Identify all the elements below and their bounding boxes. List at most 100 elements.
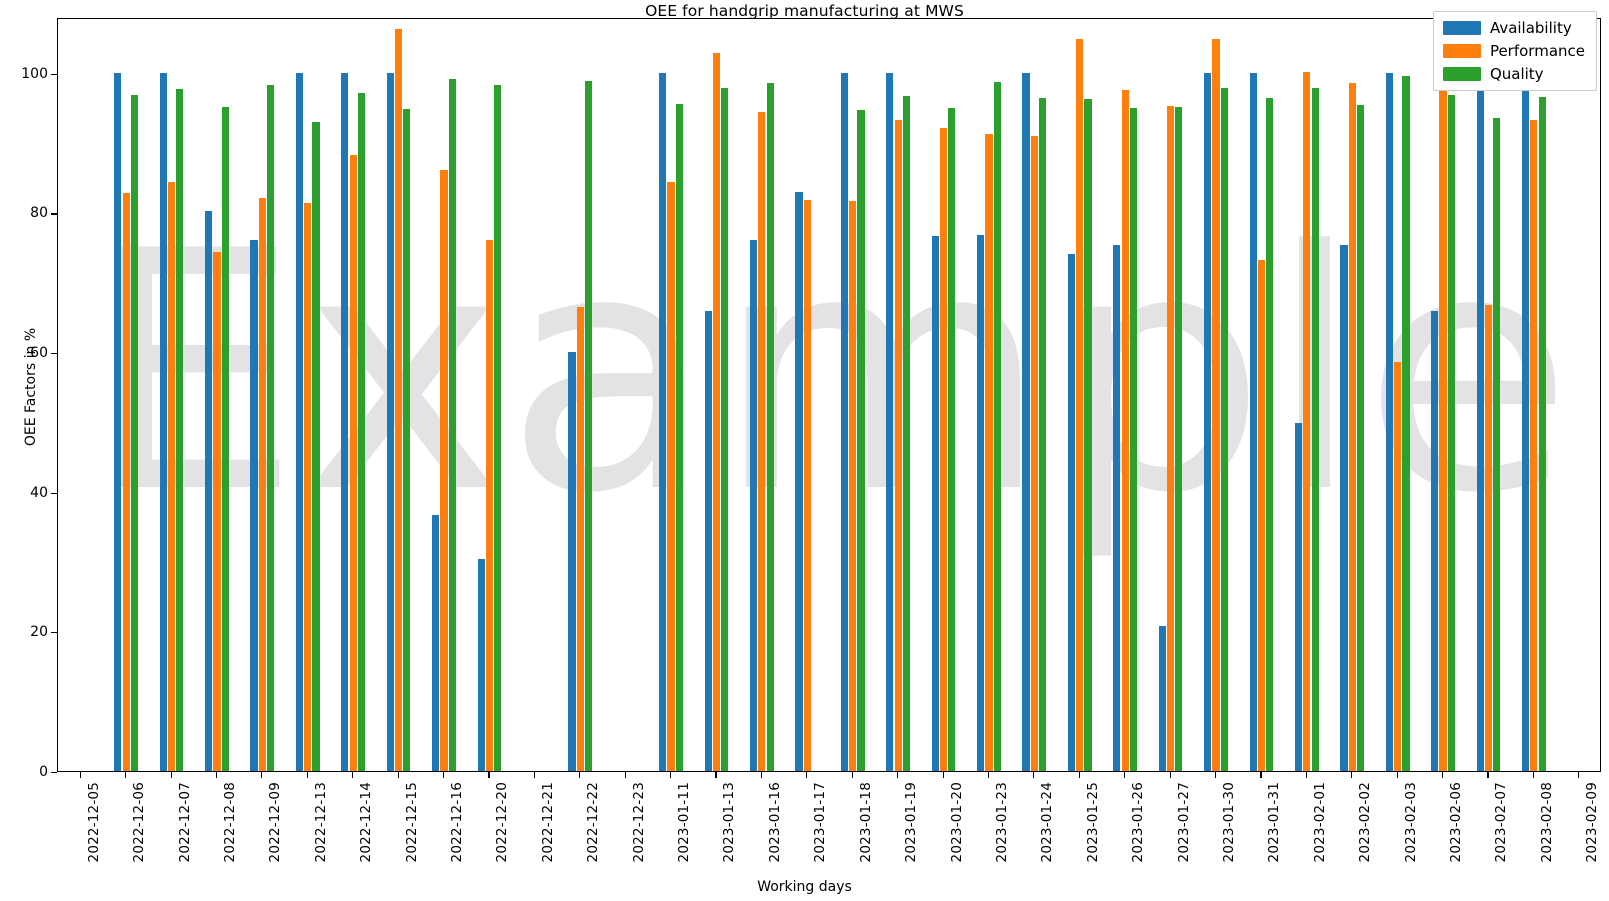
y-axis-tick-mark — [51, 772, 57, 774]
bar-performance — [349, 154, 357, 771]
x-axis-tick-mark — [261, 772, 263, 778]
bar-performance — [894, 119, 902, 771]
bar-quality — [1447, 95, 1455, 771]
bar-availability — [704, 310, 712, 771]
x-axis-tick-mark — [942, 772, 944, 778]
bar-performance — [849, 200, 857, 771]
x-axis-tick-label: 2023-02-07 — [1493, 782, 1510, 863]
bar-performance — [712, 52, 721, 771]
x-axis-tick-mark — [1215, 772, 1217, 778]
bar-availability — [432, 514, 440, 771]
bar-performance — [394, 28, 403, 771]
x-axis-label: Working days — [757, 879, 852, 895]
bar-performance — [304, 202, 312, 771]
bar-availability — [114, 72, 122, 771]
x-axis-tick-mark — [1442, 772, 1444, 778]
x-axis-tick-label: 2023-01-17 — [812, 782, 829, 863]
bar-quality — [1039, 98, 1047, 771]
bar-performance — [485, 239, 493, 771]
bar-availability — [1249, 72, 1257, 771]
x-axis-tick-label: 2022-12-22 — [585, 782, 602, 863]
bar-quality — [766, 83, 774, 771]
x-axis-tick-label: 2022-12-09 — [267, 782, 284, 863]
bar-quality — [1129, 107, 1138, 771]
x-axis-tick-label: 2023-01-18 — [857, 782, 874, 863]
x-axis-tick-mark — [1169, 772, 1171, 778]
bar-performance — [258, 197, 266, 771]
legend-item-performance[interactable]: Performance — [1442, 42, 1585, 60]
bar-performance — [1348, 83, 1356, 771]
bar-performance — [1530, 120, 1538, 771]
x-axis-tick-label: 2022-12-21 — [539, 782, 556, 863]
bar-quality — [1084, 98, 1092, 771]
bar-availability — [1340, 245, 1348, 771]
bar-availability — [295, 72, 304, 771]
x-axis-tick-label: 2022-12-06 — [131, 782, 148, 863]
bar-performance — [803, 199, 811, 771]
bar-performance — [1030, 135, 1038, 771]
bar-quality — [312, 122, 320, 771]
x-axis-tick-label: 2022-12-20 — [494, 782, 511, 863]
bar-performance — [213, 251, 221, 771]
x-axis-tick-mark — [397, 772, 399, 778]
x-axis-tick-label: 2023-02-06 — [1448, 782, 1465, 863]
bar-quality — [584, 81, 593, 771]
bar-availability — [477, 559, 485, 771]
x-axis-tick-mark — [533, 772, 535, 778]
x-axis-tick-mark — [488, 772, 490, 778]
x-axis-tick-mark — [987, 772, 990, 778]
bar-availability — [159, 72, 167, 771]
x-axis-tick-mark — [79, 772, 81, 778]
bar-quality — [130, 94, 138, 771]
bar-availability — [886, 72, 894, 771]
bar-availability — [568, 352, 576, 771]
legend-item-availability[interactable]: Availability — [1442, 19, 1585, 37]
x-axis-tick-mark — [624, 772, 626, 778]
legend-item-quality[interactable]: Quality — [1442, 65, 1585, 83]
bar-performance — [1484, 305, 1493, 771]
y-axis-tick-label: 100 — [21, 65, 48, 82]
x-axis-tick-label: 2022-12-14 — [358, 782, 375, 863]
x-axis-tick-mark — [125, 772, 127, 778]
bar-availability — [1476, 72, 1484, 771]
bar-availability — [795, 192, 803, 771]
x-axis-tick-label: 2023-02-03 — [1402, 782, 1419, 863]
bar-performance — [985, 134, 993, 771]
legend-label: Quality — [1489, 65, 1544, 83]
x-axis-tick-mark — [1578, 772, 1580, 778]
bar-availability — [1385, 72, 1393, 771]
bar-quality — [176, 88, 184, 771]
x-axis-tick-mark — [1260, 772, 1262, 778]
bar-availability — [840, 72, 848, 771]
bar-availability — [977, 234, 985, 771]
x-axis-tick-label: 2023-01-13 — [721, 782, 738, 863]
bar-availability — [1521, 72, 1530, 771]
x-axis-tick-label: 2023-01-31 — [1266, 782, 1283, 863]
x-axis-tick-label: 2023-01-16 — [766, 782, 783, 863]
x-axis-tick-mark — [670, 772, 672, 778]
y-axis-label: OEE Factors in % — [23, 327, 39, 447]
bar-availability — [1113, 244, 1121, 771]
x-axis-tick-mark — [215, 772, 218, 778]
legend-swatch-availability-icon — [1442, 21, 1481, 35]
x-axis-tick-label: 2023-02-02 — [1357, 782, 1374, 863]
x-axis-tick-mark — [1124, 772, 1126, 778]
x-axis-tick-mark — [352, 772, 354, 778]
x-axis-tick-label: 2023-02-01 — [1311, 782, 1328, 863]
x-axis-tick-label: 2022-12-23 — [630, 782, 647, 863]
bar-quality — [357, 93, 366, 771]
x-axis-tick-label: 2023-01-24 — [1039, 782, 1056, 863]
x-axis-tick-mark — [851, 772, 853, 778]
bar-performance — [1439, 53, 1447, 771]
y-axis-tick-label: 0 — [39, 764, 48, 780]
bar-performance — [667, 182, 675, 771]
x-axis-tick-mark — [1305, 772, 1307, 778]
x-axis-tick-label: 2022-12-15 — [403, 782, 420, 863]
bar-quality — [403, 109, 411, 771]
bar-quality — [1493, 118, 1501, 771]
bar-availability — [931, 236, 939, 771]
bar-performance — [576, 307, 584, 771]
bar-performance — [122, 192, 130, 771]
bar-quality — [948, 107, 956, 771]
y-axis-tick-label: 60 — [30, 345, 48, 362]
